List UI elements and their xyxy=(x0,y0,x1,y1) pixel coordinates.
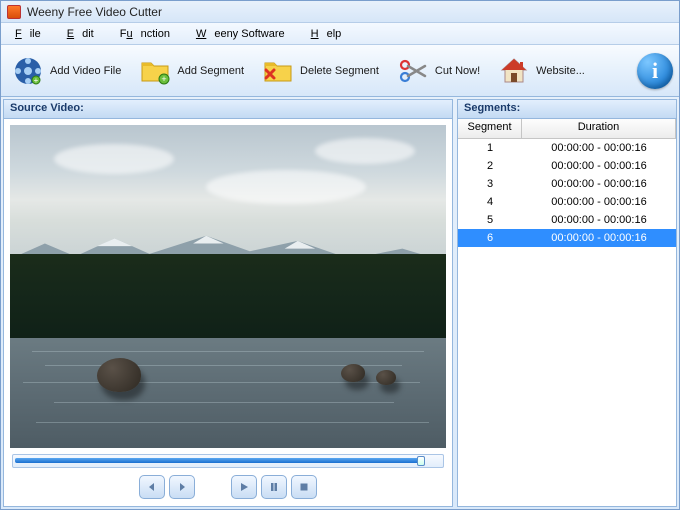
website-button[interactable]: Website... xyxy=(493,51,594,91)
menubar: File Edit Function Weeny Software Help xyxy=(1,23,679,45)
segment-duration: 00:00:00 - 00:00:16 xyxy=(522,232,676,244)
segment-duration: 00:00:00 - 00:00:16 xyxy=(522,178,676,190)
info-button[interactable]: i xyxy=(637,53,673,89)
segments-table-body: 100:00:00 - 00:00:16200:00:00 - 00:00:16… xyxy=(458,139,676,247)
film-reel-icon: + xyxy=(12,55,44,87)
table-row[interactable]: 600:00:00 - 00:00:16 xyxy=(458,229,676,247)
content-area: Source Video: xyxy=(1,97,679,509)
folder-add-icon: + xyxy=(139,55,171,87)
table-row[interactable]: 200:00:00 - 00:00:16 xyxy=(458,157,676,175)
website-label: Website... xyxy=(536,65,585,77)
menu-edit[interactable]: Edit xyxy=(59,26,110,42)
house-icon xyxy=(498,55,530,87)
add-segment-label: Add Segment xyxy=(177,65,244,77)
cut-now-button[interactable]: Cut Now! xyxy=(392,51,489,91)
app-title: Weeny Free Video Cutter xyxy=(27,5,162,19)
add-video-button[interactable]: + Add Video File xyxy=(7,51,130,91)
menu-help[interactable]: Help xyxy=(303,26,358,42)
menu-function[interactable]: Function xyxy=(112,26,186,42)
segment-number: 5 xyxy=(458,214,522,226)
pause-button[interactable] xyxy=(261,475,287,499)
segment-duration: 00:00:00 - 00:00:16 xyxy=(522,214,676,226)
video-preview[interactable] xyxy=(10,125,446,448)
scissors-icon xyxy=(397,55,429,87)
source-video-header: Source Video: xyxy=(3,99,453,119)
segments-table-header: Segment Duration xyxy=(458,119,676,139)
source-video-panel: Source Video: xyxy=(3,99,453,507)
toolbar: + Add Video File + Add Segment Delete Se… xyxy=(1,45,679,97)
segment-number: 6 xyxy=(458,232,522,244)
segments-header: Segments: xyxy=(457,99,677,119)
add-segment-button[interactable]: + Add Segment xyxy=(134,51,253,91)
table-row[interactable]: 400:00:00 - 00:00:16 xyxy=(458,193,676,211)
prev-frame-button[interactable] xyxy=(139,475,165,499)
source-video-body xyxy=(3,119,453,507)
segment-duration: 00:00:00 - 00:00:16 xyxy=(522,160,676,172)
delete-segment-button[interactable]: Delete Segment xyxy=(257,51,388,91)
titlebar: Weeny Free Video Cutter xyxy=(1,1,679,23)
col-duration[interactable]: Duration xyxy=(522,119,676,138)
table-row[interactable]: 300:00:00 - 00:00:16 xyxy=(458,175,676,193)
segment-number: 4 xyxy=(458,196,522,208)
svg-text:+: + xyxy=(34,76,39,85)
cut-now-label: Cut Now! xyxy=(435,65,480,77)
timeline-slider[interactable] xyxy=(12,454,444,468)
segment-number: 2 xyxy=(458,160,522,172)
segment-duration: 00:00:00 - 00:00:16 xyxy=(522,196,676,208)
add-video-label: Add Video File xyxy=(50,65,121,77)
segments-panel: Segments: Segment Duration 100:00:00 - 0… xyxy=(457,99,677,507)
play-button[interactable] xyxy=(231,475,257,499)
menu-file[interactable]: File xyxy=(7,26,57,42)
svg-text:+: + xyxy=(162,74,167,84)
table-row[interactable]: 500:00:00 - 00:00:16 xyxy=(458,211,676,229)
segments-body: Segment Duration 100:00:00 - 00:00:16200… xyxy=(457,119,677,507)
col-segment[interactable]: Segment xyxy=(458,119,522,138)
delete-segment-label: Delete Segment xyxy=(300,65,379,77)
next-frame-button[interactable] xyxy=(169,475,195,499)
timeline-progress xyxy=(15,458,421,463)
app-window: Weeny Free Video Cutter File Edit Functi… xyxy=(0,0,680,510)
table-row[interactable]: 100:00:00 - 00:00:16 xyxy=(458,139,676,157)
segment-number: 1 xyxy=(458,142,522,154)
app-icon xyxy=(7,5,21,19)
info-icon: i xyxy=(652,58,658,84)
menu-weeny[interactable]: Weeny Software xyxy=(188,26,301,42)
segment-number: 3 xyxy=(458,178,522,190)
stop-button[interactable] xyxy=(291,475,317,499)
timeline-handle[interactable] xyxy=(417,456,425,466)
folder-delete-icon xyxy=(262,55,294,87)
playback-controls xyxy=(4,470,452,504)
segment-duration: 00:00:00 - 00:00:16 xyxy=(522,142,676,154)
